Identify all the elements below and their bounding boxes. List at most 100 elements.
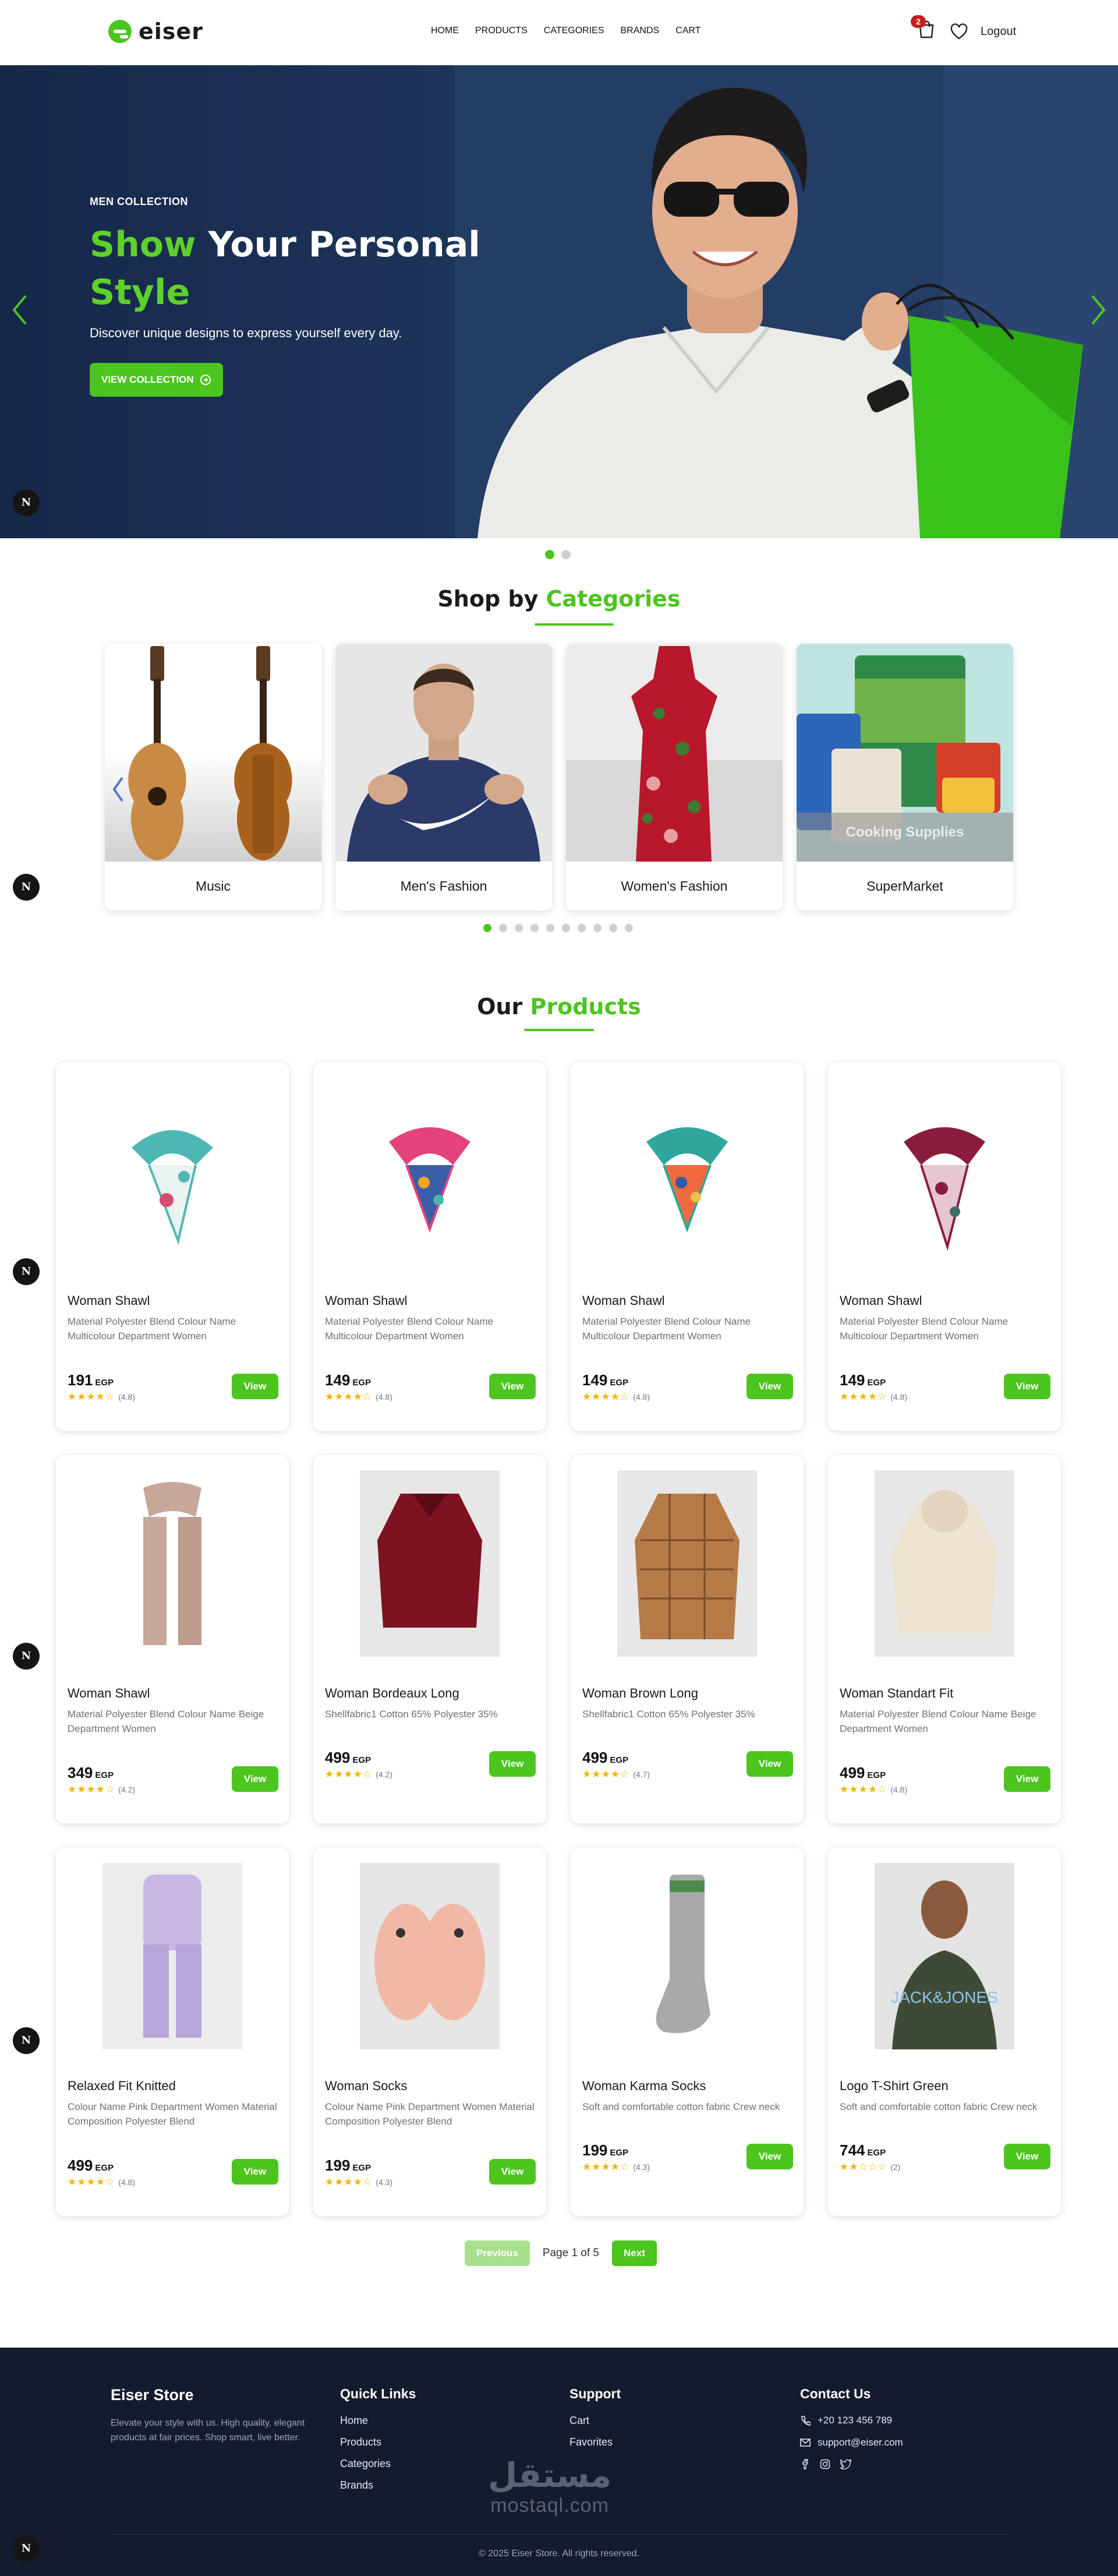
star-icons: ★★★★☆	[325, 2176, 373, 2187]
hero-next-arrow-icon[interactable]	[1087, 292, 1110, 327]
previous-page-button[interactable]: Previous	[465, 2240, 530, 2266]
site-footer: Eiser Store Elevate your style with us. …	[0, 2348, 1118, 2576]
view-product-button[interactable]: View	[746, 2144, 793, 2169]
product-name: Woman Shawl	[840, 1293, 922, 1308]
facebook-icon[interactable]	[800, 2459, 811, 2469]
heart-icon[interactable]	[950, 23, 968, 40]
view-product-button[interactable]: View	[1004, 1374, 1050, 1399]
nav-link-categories[interactable]: CATEGORIES	[544, 26, 604, 36]
product-card[interactable]: Woman Karma Socks Soft and comfortable co…	[571, 1848, 804, 2216]
category-name: SuperMarket	[866, 878, 943, 894]
floating-n-badge-icon[interactable]: N	[13, 2535, 40, 2562]
product-price: 149 EGP	[325, 1371, 371, 1389]
product-card[interactable]: JACK&JONES Logo T-Shirt Green Soft and com…	[828, 1848, 1061, 2216]
product-card[interactable]: Woman Shawl Material Polyester Blend Colo…	[56, 1063, 289, 1431]
view-product-button[interactable]: View	[232, 1766, 278, 1792]
categories-title-underline	[535, 623, 614, 626]
product-card[interactable]: Woman Shawl Material Polyester Blend Colo…	[571, 1063, 804, 1431]
category-dot-10[interactable]	[625, 924, 633, 932]
view-product-button[interactable]: View	[232, 2159, 278, 2185]
view-product-button[interactable]: View	[489, 1751, 536, 1777]
category-dot-2[interactable]	[499, 924, 507, 932]
star-icons: ★★★★☆	[325, 1391, 373, 1402]
category-dot-1[interactable]	[483, 924, 491, 932]
floating-n-badge-icon[interactable]: N	[13, 874, 40, 901]
product-price-value: 499	[840, 1764, 865, 1781]
cart-button[interactable]: 2	[911, 15, 937, 43]
product-card[interactable]: Woman Shawl Material Polyester Blend Colo…	[313, 1063, 546, 1431]
product-price-value: 149	[582, 1371, 608, 1389]
view-collection-label: VIEW COLLECTION	[101, 374, 194, 385]
product-card[interactable]: Woman Shawl Material Polyester Blend Colo…	[828, 1063, 1061, 1431]
footer-link-home[interactable]: Home	[340, 2415, 416, 2427]
product-card[interactable]: Relaxed Fit Knitted Colour Name Pink Depa…	[56, 1848, 289, 2216]
footer-email-text[interactable]: support@eiser.com	[818, 2437, 903, 2448]
star-icons: ★★☆☆☆	[840, 2161, 887, 2172]
hero-eyebrow: MEN COLLECTION	[90, 196, 188, 207]
product-price: 499 EGP	[325, 1749, 371, 1767]
product-price-value: 199	[582, 2141, 608, 2159]
svg-text:JACK&JONES: JACK&JONES	[891, 1988, 998, 2006]
footer-phone-text[interactable]: +20 123 456 789	[818, 2415, 892, 2426]
phone-icon	[801, 2416, 811, 2426]
footer-link-products[interactable]: Products	[340, 2436, 416, 2448]
floating-n-badge-icon[interactable]: N	[13, 1643, 40, 1670]
products-title-dark: Our	[477, 994, 530, 1019]
hero-dot-1[interactable]	[545, 550, 554, 559]
view-product-button[interactable]: View	[1004, 1766, 1050, 1792]
footer-copyright: © 2025 Eiser Store. All rights reserved.	[479, 2549, 639, 2559]
category-dot-8[interactable]	[593, 924, 602, 932]
category-slider-dots	[483, 924, 633, 932]
floating-n-badge-icon[interactable]: N	[13, 1258, 40, 1285]
product-currency: EGP	[95, 1378, 114, 1388]
product-name: Logo T-Shirt Green	[840, 2079, 949, 2093]
product-image	[594, 1078, 780, 1264]
nav-link-brands[interactable]: BRANDS	[621, 26, 660, 36]
footer-link-favorites[interactable]: Favorites	[569, 2436, 621, 2448]
view-product-button[interactable]: View	[232, 1374, 278, 1399]
product-card[interactable]: Woman Bordeaux Long Shellfabric1 Cotton 6…	[313, 1455, 546, 1823]
hero-dot-2[interactable]	[561, 550, 571, 559]
floating-n-badge-icon[interactable]: N	[13, 2027, 40, 2054]
main-nav: HOME PRODUCTS CATEGORIES BRANDS CART	[431, 26, 700, 36]
category-image-music	[105, 644, 321, 862]
category-dot-3[interactable]	[515, 924, 523, 932]
view-product-button[interactable]: View	[489, 2159, 536, 2185]
category-dot-9[interactable]	[609, 924, 617, 932]
footer-link-categories[interactable]: Categories	[340, 2458, 416, 2470]
product-card[interactable]: Woman Brown Long Shellfabric1 Cotton 65% …	[571, 1455, 804, 1823]
instagram-icon[interactable]	[820, 2459, 830, 2469]
footer-link-cart[interactable]: Cart	[569, 2415, 621, 2427]
category-dot-7[interactable]	[578, 924, 586, 932]
brand-logo[interactable]: eiser	[108, 19, 203, 44]
product-rating-stars: ★★★★☆ (4.8)	[840, 1391, 907, 1403]
twitter-icon[interactable]	[840, 2459, 851, 2469]
hero-prev-arrow-icon[interactable]	[8, 292, 31, 327]
product-card[interactable]: Woman Socks Colour Name Pink Department W…	[313, 1848, 546, 2216]
category-dot-5[interactable]	[546, 924, 554, 932]
footer-link-brands[interactable]: Brands	[340, 2479, 416, 2492]
category-dot-4[interactable]	[530, 924, 539, 932]
view-collection-button[interactable]: VIEW COLLECTION	[90, 363, 223, 397]
product-card[interactable]: Woman Shawl Material Polyester Blend Colo…	[56, 1455, 289, 1823]
product-image	[79, 1470, 266, 1657]
category-card-womens-fashion[interactable]: Women's Fashion	[566, 644, 783, 911]
view-product-button[interactable]: View	[489, 1374, 536, 1399]
page-indicator: Page 1 of 5	[542, 2247, 600, 2259]
product-description: Shellfabric1 Cotton 65% Polyester 35%	[325, 1709, 498, 1720]
category-dot-6[interactable]	[562, 924, 570, 932]
category-card-supermarket[interactable]: Cooking Supplies SuperMarket	[797, 644, 1013, 911]
nav-link-home[interactable]: HOME	[431, 26, 459, 36]
nav-link-products[interactable]: PRODUCTS	[475, 26, 528, 36]
nav-link-cart[interactable]: CART	[675, 26, 700, 36]
category-card-mens-fashion[interactable]: Men's Fashion	[335, 644, 552, 911]
view-product-button[interactable]: View	[746, 1374, 793, 1399]
product-card[interactable]: Woman Standart Fit Material Polyester Ble…	[828, 1455, 1061, 1823]
view-product-button[interactable]: View	[746, 1751, 793, 1777]
category-card-music[interactable]: Music	[105, 644, 321, 911]
view-product-button[interactable]: View	[1004, 2144, 1050, 2169]
logout-link[interactable]: Logout	[981, 25, 1016, 38]
product-rating-stars: ★★★★☆ (4.8)	[840, 1784, 907, 1795]
next-page-button[interactable]: Next	[612, 2240, 657, 2266]
floating-n-badge-icon[interactable]: N	[13, 489, 40, 516]
